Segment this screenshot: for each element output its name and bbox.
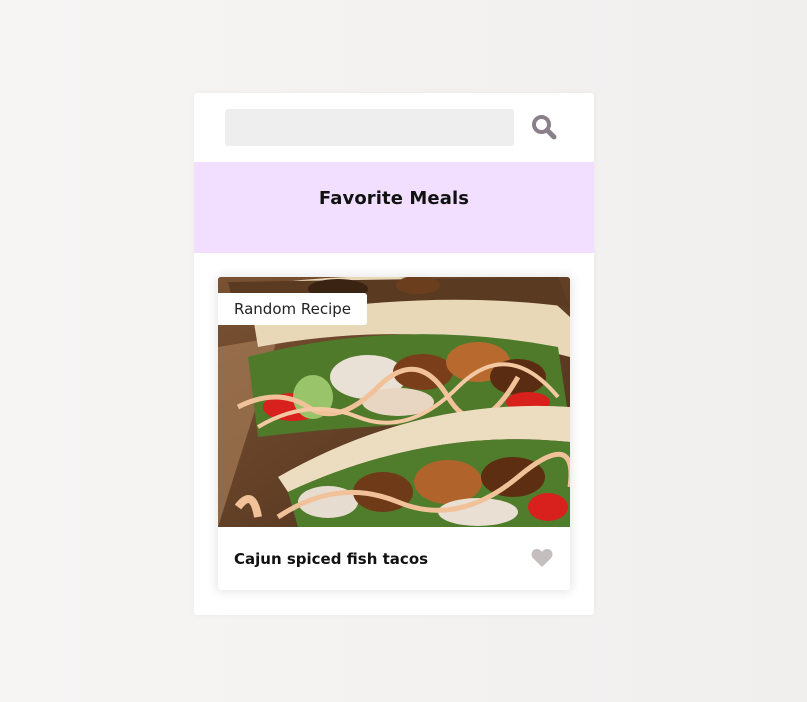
random-recipe-badge: Random Recipe [218, 293, 368, 325]
meal-title: Cajun spiced fish tacos [234, 549, 429, 568]
search-input[interactable] [225, 109, 514, 146]
app-container: Favorite Meals Random Recipe Cajun spice… [194, 93, 594, 615]
search-header [194, 93, 594, 162]
meal-body: Cajun spiced fish tacos [218, 527, 570, 590]
heart-icon [531, 548, 553, 567]
favorites-section: Favorite Meals [194, 162, 594, 253]
meal-card: Random Recipe Cajun spiced fish tacos [218, 277, 570, 590]
search-icon [532, 114, 557, 139]
favorites-title: Favorite Meals [318, 188, 470, 209]
meal-image[interactable]: Random Recipe [218, 277, 570, 527]
search-button[interactable] [527, 113, 561, 143]
favorite-button[interactable] [530, 548, 554, 570]
